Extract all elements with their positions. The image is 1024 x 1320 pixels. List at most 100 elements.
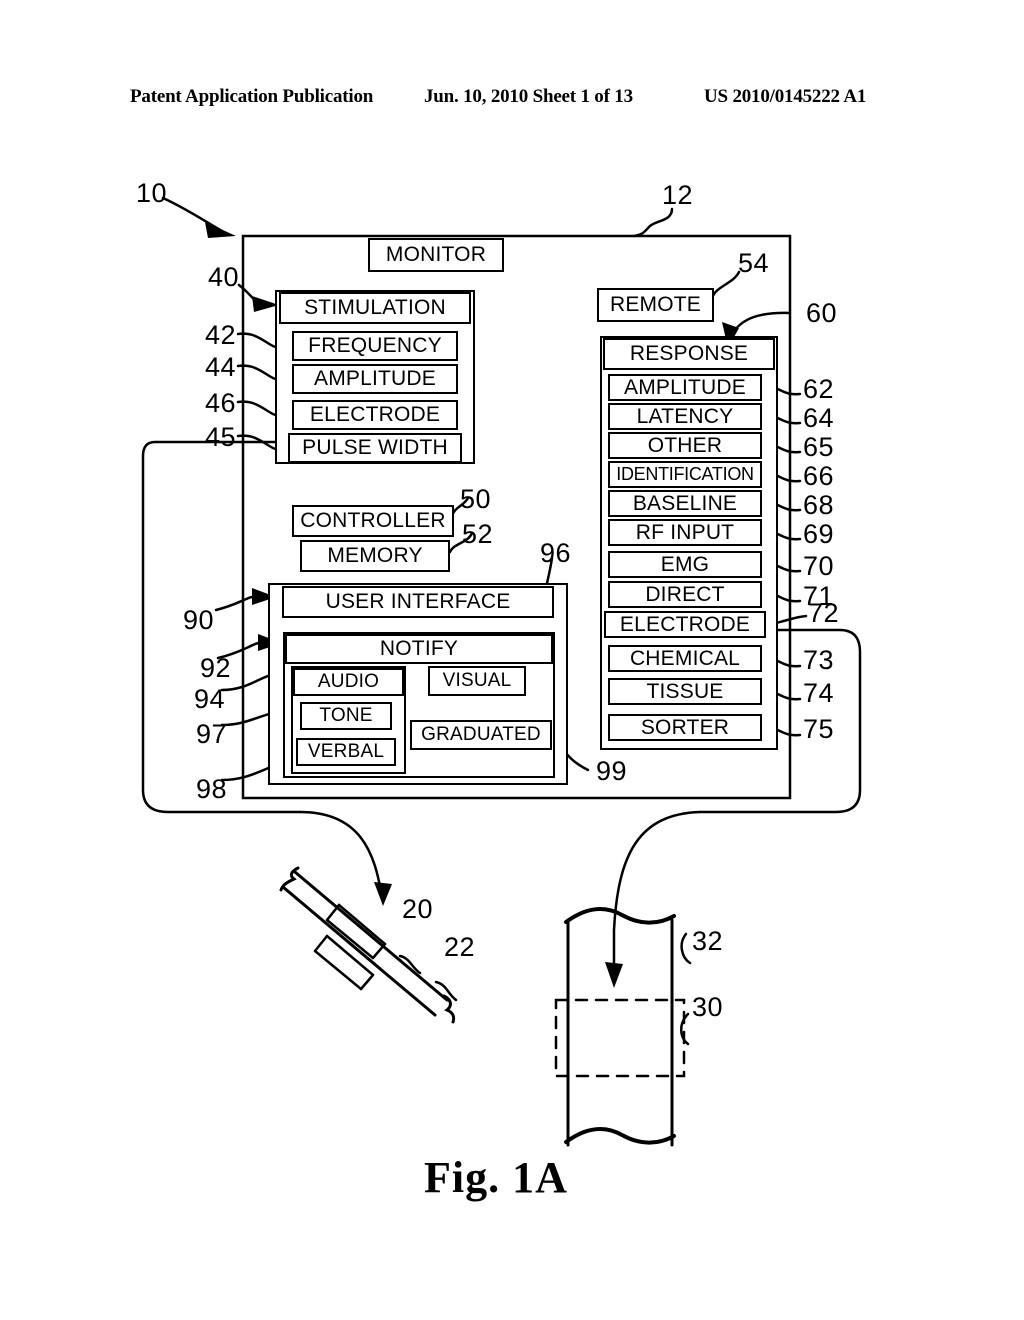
ref-10: 10 <box>136 178 168 208</box>
controller-block[interactable]: CONTROLLER <box>292 505 454 537</box>
visual-block[interactable]: VISUAL <box>428 666 526 696</box>
notify-label: NOTIFY <box>379 637 459 660</box>
ref-54: 54 <box>738 248 770 278</box>
probe-assembly <box>279 866 458 1024</box>
stimulation-item-frequency[interactable]: FREQUENCY <box>292 331 458 361</box>
ref-20: 20 <box>402 894 434 924</box>
figure-caption: Fig. 1A <box>424 1153 568 1202</box>
memory-label: MEMORY <box>327 544 423 567</box>
ref-45: 45 <box>205 422 237 452</box>
ref-22: 22 <box>444 932 476 962</box>
audio-label: AUDIO <box>317 671 380 692</box>
response-item-rf-input[interactable]: RF INPUT <box>608 519 762 546</box>
ref-46: 46 <box>205 388 237 418</box>
response-item-other[interactable]: OTHER <box>608 432 762 459</box>
response-item-baseline[interactable]: BASELINE <box>608 490 762 517</box>
response-item-chemical[interactable]: CHEMICAL <box>608 645 762 672</box>
response-item-label: IDENTIFICATION <box>616 464 754 484</box>
remote-block[interactable]: REMOTE <box>597 288 714 322</box>
response-item-label: ELECTRODE <box>619 612 751 636</box>
stimulation-item-amplitude[interactable]: AMPLITUDE <box>292 364 458 394</box>
response-item-label: EMG <box>660 552 710 576</box>
verbal-label: VERBAL <box>307 741 385 762</box>
leader-32 <box>680 932 692 965</box>
ref-70: 70 <box>803 551 835 581</box>
response-item-sorter[interactable]: SORTER <box>608 714 762 741</box>
ref-74: 74 <box>803 678 835 708</box>
response-item-amplitude[interactable]: AMPLITUDE <box>608 374 762 401</box>
response-header[interactable]: RESPONSE <box>603 338 775 370</box>
response-item-direct[interactable]: DIRECT <box>608 581 762 608</box>
probe-arrowhead <box>374 882 392 906</box>
response-item-emg[interactable]: EMG <box>608 551 762 578</box>
response-item-label: BASELINE <box>632 491 738 515</box>
response-item-tissue[interactable]: TISSUE <box>608 678 762 705</box>
leader-10-arrow <box>205 222 236 238</box>
ref-98: 98 <box>196 774 228 804</box>
stimulation-item-electrode[interactable]: ELECTRODE <box>292 400 458 430</box>
ref-69: 69 <box>803 519 835 549</box>
stimulation-header[interactable]: STIMULATION <box>279 292 471 324</box>
ref-64: 64 <box>803 403 835 433</box>
graduated-label: GRADUATED <box>421 724 541 745</box>
ref-42: 42 <box>205 320 237 350</box>
ref-99: 99 <box>596 756 628 786</box>
response-item-label: OTHER <box>647 433 723 457</box>
ref-96: 96 <box>540 538 572 568</box>
stimulation-item-label: FREQUENCY <box>308 334 442 357</box>
audio-header[interactable]: AUDIO <box>293 668 404 696</box>
leader-30 <box>680 1012 690 1046</box>
target-region-dashed <box>554 998 686 1078</box>
ref-75: 75 <box>803 714 835 744</box>
graduated-block[interactable]: GRADUATED <box>410 720 552 750</box>
stimulation-item-label: AMPLITUDE <box>314 367 436 390</box>
response-item-label: DIRECT <box>645 582 725 606</box>
ref-60: 60 <box>806 298 838 328</box>
ref-73: 73 <box>803 645 835 675</box>
verbal-block[interactable]: VERBAL <box>296 738 396 766</box>
user-interface-header[interactable]: USER INTERFACE <box>282 586 554 618</box>
notify-header[interactable]: NOTIFY <box>285 634 553 664</box>
ref-65: 65 <box>803 432 835 462</box>
stimulation-title: STIMULATION <box>304 296 446 319</box>
tissue-arrowhead <box>605 962 623 988</box>
response-item-label: TISSUE <box>646 679 724 703</box>
tone-block[interactable]: TONE <box>300 702 392 730</box>
remote-label: REMOTE <box>609 293 702 316</box>
memory-block[interactable]: MEMORY <box>300 540 450 572</box>
ref-97: 97 <box>196 719 228 749</box>
ref-50: 50 <box>460 484 492 514</box>
ref-44: 44 <box>205 352 237 382</box>
ref-32: 32 <box>692 926 724 956</box>
visual-label: VISUAL <box>442 670 512 691</box>
ref-52: 52 <box>462 519 494 549</box>
tissue-connection-curve <box>612 810 702 978</box>
tone-label: TONE <box>319 705 373 726</box>
leader-12 <box>632 207 674 238</box>
response-item-label: LATENCY <box>636 404 734 428</box>
ref-94: 94 <box>194 684 226 714</box>
ref-30: 30 <box>692 992 724 1022</box>
response-item-label: AMPLITUDE <box>624 375 746 399</box>
response-item-identification[interactable]: IDENTIFICATION <box>608 461 762 488</box>
stimulation-item-label: PULSE WIDTH <box>302 436 448 459</box>
stimulation-item-label: ELECTRODE <box>309 403 441 426</box>
monitor-label: MONITOR <box>385 243 487 266</box>
user-interface-label: USER INTERFACE <box>325 590 511 613</box>
stimulation-item-pulse-width[interactable]: PULSE WIDTH <box>288 433 462 463</box>
response-item-label: SORTER <box>640 715 730 739</box>
response-item-electrode[interactable]: ELECTRODE <box>604 611 766 638</box>
response-item-label: CHEMICAL <box>629 646 741 670</box>
ref-62: 62 <box>803 374 835 404</box>
ref-12: 12 <box>662 180 694 210</box>
tissue-block <box>554 907 692 1147</box>
monitor-block[interactable]: MONITOR <box>368 238 504 272</box>
ref-66: 66 <box>803 461 835 491</box>
ref-90: 90 <box>183 605 215 635</box>
ref-72: 72 <box>808 598 840 628</box>
ref-40: 40 <box>208 262 240 292</box>
response-item-label: RF INPUT <box>635 520 735 544</box>
controller-label: CONTROLLER <box>300 509 446 532</box>
ref-68: 68 <box>803 490 835 520</box>
response-item-latency[interactable]: LATENCY <box>608 403 762 430</box>
